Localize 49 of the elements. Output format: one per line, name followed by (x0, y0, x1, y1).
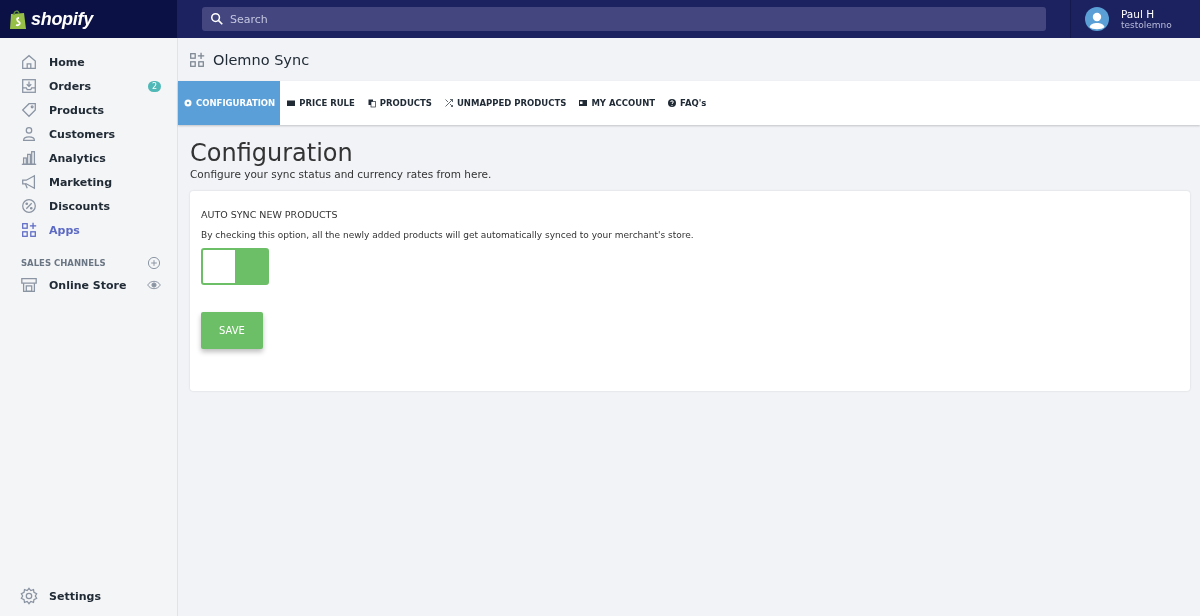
tab[interactable]: PRODUCTS (360, 81, 438, 125)
tab[interactable]: MY ACCOUNT (572, 81, 662, 125)
page-subheading: Configure your sync status and currency rates from here. (190, 168, 493, 180)
nav-item[interactable]: Online Store (0, 273, 177, 297)
bar-chart-icon (20, 149, 38, 167)
eye-icon (147, 278, 161, 292)
store-name: testolemno (1121, 20, 1172, 30)
apps-icon (188, 50, 206, 69)
search-icon (210, 12, 224, 26)
inbox-icon (20, 77, 38, 95)
shopping-bag-icon (9, 8, 27, 30)
tag-icon (20, 101, 38, 119)
gear-icon (183, 98, 193, 108)
tab[interactable]: PRICE RULE (280, 81, 361, 125)
section-title: SALES CHANNELS (21, 258, 106, 268)
nav-item[interactable]: Home (0, 50, 177, 74)
tab[interactable]: UNMAPPED PRODUCTS (437, 81, 573, 125)
megaphone-icon (20, 173, 38, 191)
storefront-icon (20, 276, 38, 294)
person-icon (20, 125, 38, 143)
count-badge: 2 (147, 80, 161, 92)
id-card-icon (578, 98, 589, 108)
question-icon (667, 98, 678, 108)
apps-icon (20, 221, 38, 239)
discount-icon (20, 197, 38, 215)
page-heading: Configuration (190, 139, 354, 167)
avatar-icon[interactable] (1085, 7, 1109, 31)
app-title: Olemno Sync (213, 51, 310, 68)
nav-item[interactable]: Settings (0, 584, 177, 608)
nav-item[interactable]: Products (0, 98, 177, 122)
toggle-switch[interactable] (201, 248, 269, 285)
money-icon (286, 98, 297, 108)
gear-icon (20, 587, 38, 605)
setting-title: AUTO SYNC NEW PRODUCTS (201, 209, 339, 220)
copy-icon (366, 98, 377, 108)
house-icon (20, 53, 38, 71)
arrows-icon (443, 98, 454, 108)
tab[interactable]: FAQ's (661, 81, 713, 125)
nav-item[interactable]: Customers (0, 122, 177, 146)
add-circle-icon (147, 256, 161, 270)
setting-description: By checking this option, all the newly added products will get automatically synced to your merchant's store. (201, 230, 695, 240)
nav-item[interactable]: Apps (0, 218, 177, 242)
nav-item[interactable]: Discounts (0, 194, 177, 218)
toggle-thumb[interactable] (235, 250, 267, 283)
search-field[interactable]: Search (202, 7, 1046, 31)
user-name: Paul H (1121, 8, 1156, 20)
nav-item[interactable]: Marketing (0, 170, 177, 194)
nav-item[interactable]: Analytics (0, 146, 177, 170)
nav-item[interactable]: Orders 2 (0, 74, 177, 98)
